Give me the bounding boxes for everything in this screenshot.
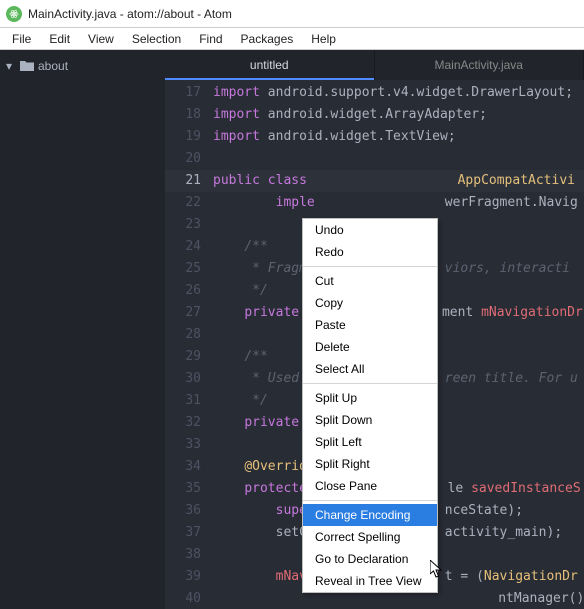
menu-file[interactable]: File	[4, 30, 39, 48]
separator	[303, 500, 437, 501]
ctx-split-up[interactable]: Split Up	[303, 387, 437, 409]
menu-view[interactable]: View	[80, 30, 122, 48]
menu-packages[interactable]: Packages	[233, 30, 302, 48]
separator	[303, 266, 437, 267]
ctx-select-all[interactable]: Select All	[303, 358, 437, 380]
titlebar: MainActivity.java - atom://about - Atom	[0, 0, 584, 28]
ctx-undo[interactable]: Undo	[303, 219, 437, 241]
menu-help[interactable]: Help	[303, 30, 344, 48]
ctx-split-right[interactable]: Split Right	[303, 453, 437, 475]
tree-root[interactable]: ▾ about	[0, 54, 165, 78]
main-area: ▾ about untitled MainActivity.java 17imp…	[0, 50, 584, 609]
ctx-cut[interactable]: Cut	[303, 270, 437, 292]
ctx-delete[interactable]: Delete	[303, 336, 437, 358]
menubar: File Edit View Selection Find Packages H…	[0, 28, 584, 50]
folder-icon	[20, 60, 34, 72]
atom-logo-icon	[6, 6, 22, 22]
ctx-reveal-in-tree[interactable]: Reveal in Tree View	[303, 570, 437, 592]
ctx-copy[interactable]: Copy	[303, 292, 437, 314]
menu-find[interactable]: Find	[191, 30, 230, 48]
ctx-split-down[interactable]: Split Down	[303, 409, 437, 431]
ctx-split-left[interactable]: Split Left	[303, 431, 437, 453]
tab-label: untitled	[250, 58, 289, 72]
ctx-correct-spelling[interactable]: Correct Spelling	[303, 526, 437, 548]
ctx-redo[interactable]: Redo	[303, 241, 437, 263]
ctx-change-encoding[interactable]: Change Encoding	[303, 504, 437, 526]
menu-edit[interactable]: Edit	[41, 30, 78, 48]
ctx-close-pane[interactable]: Close Pane	[303, 475, 437, 497]
tree-root-label: about	[38, 59, 68, 73]
ctx-go-to-declaration[interactable]: Go to Declaration	[303, 548, 437, 570]
window-title: MainActivity.java - atom://about - Atom	[28, 7, 232, 21]
context-menu: Undo Redo Cut Copy Paste Delete Select A…	[302, 218, 438, 593]
tabs: untitled MainActivity.java	[165, 50, 584, 80]
menu-selection[interactable]: Selection	[124, 30, 189, 48]
ctx-paste[interactable]: Paste	[303, 314, 437, 336]
tab-label: MainActivity.java	[435, 58, 523, 72]
tab-mainactivity[interactable]: MainActivity.java	[375, 50, 584, 80]
chevron-down-icon: ▾	[6, 59, 18, 73]
tab-untitled[interactable]: untitled	[165, 50, 375, 80]
separator	[303, 383, 437, 384]
sidebar-tree: ▾ about	[0, 50, 165, 609]
